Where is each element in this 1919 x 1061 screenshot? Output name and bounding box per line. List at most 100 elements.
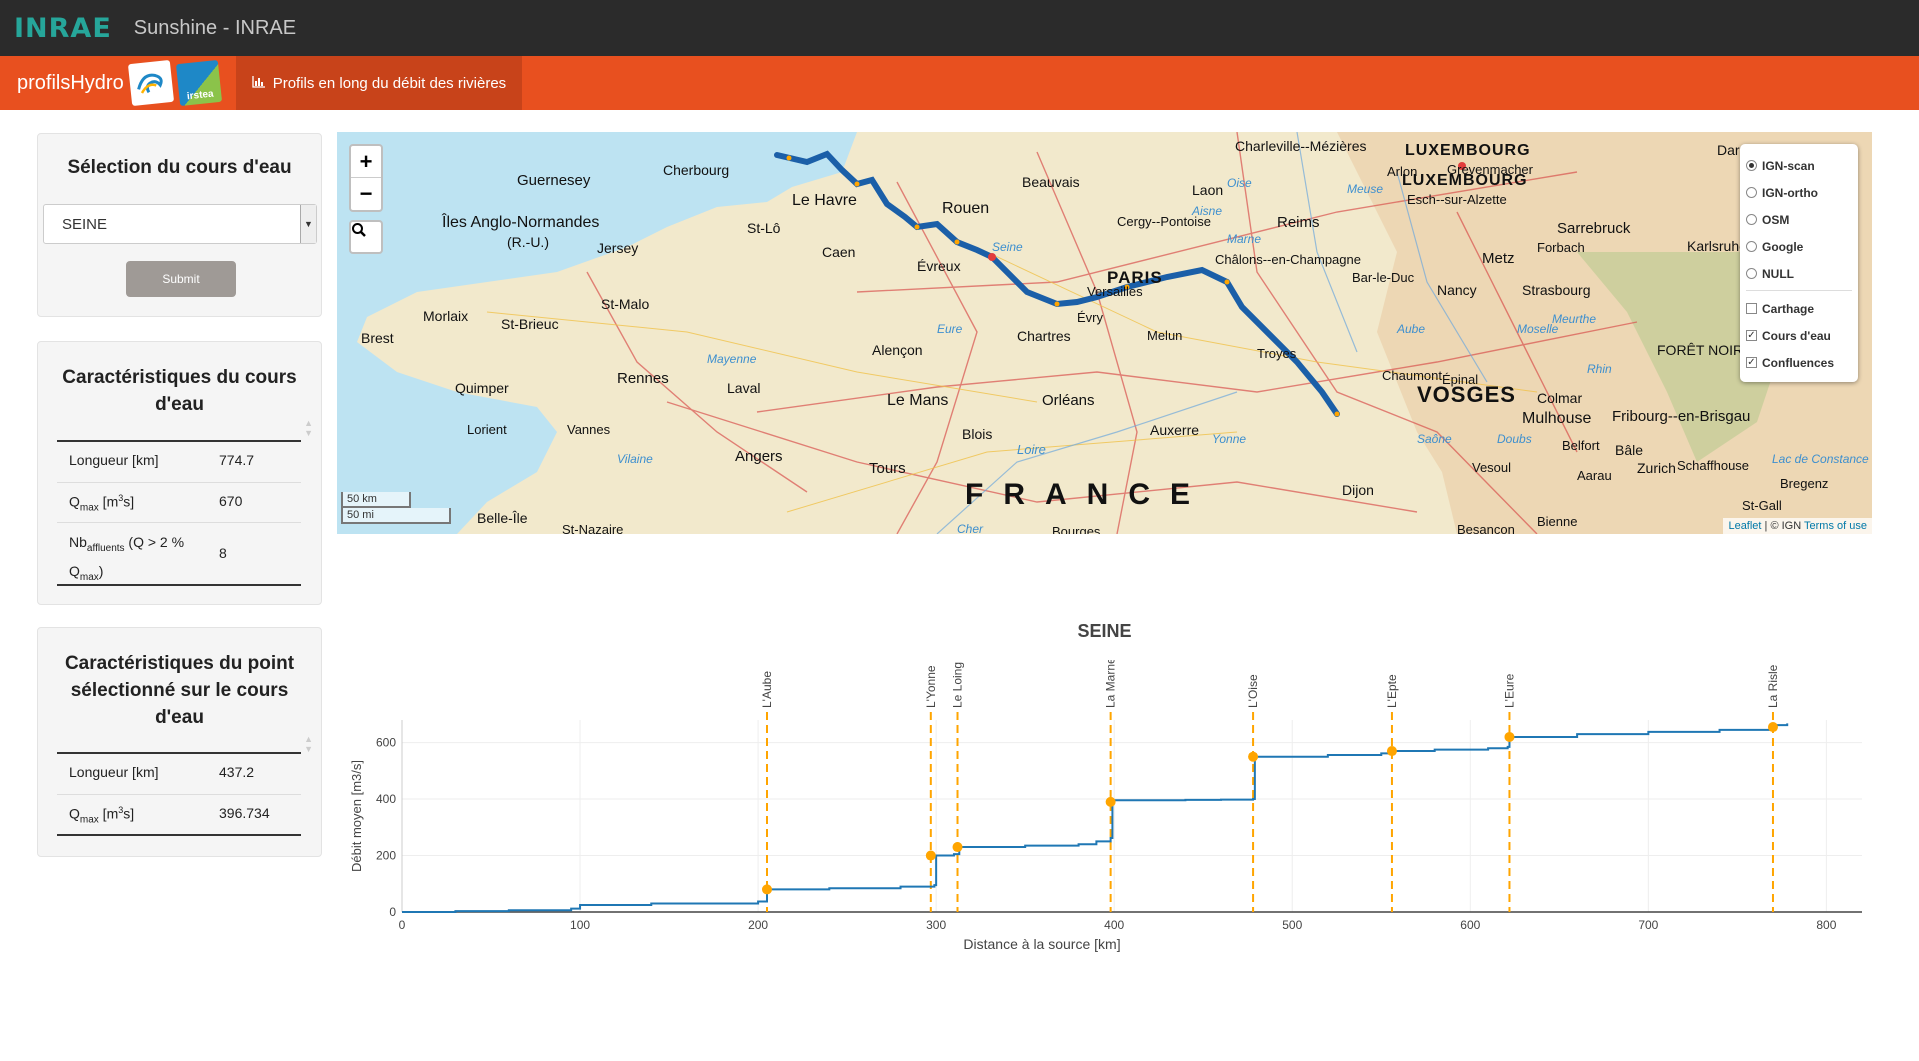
- checkbox-icon[interactable]: ✓: [1746, 357, 1757, 368]
- radio-icon[interactable]: [1746, 214, 1757, 225]
- layer-null[interactable]: NULL: [1746, 260, 1852, 287]
- map-place-label: Brest: [361, 330, 394, 346]
- terms-link[interactable]: Terms of use: [1804, 520, 1867, 532]
- y-tick-label: 0: [389, 905, 396, 919]
- confluence-label: L'Eure: [1502, 673, 1516, 708]
- brand-name[interactable]: profilsHydro: [17, 72, 124, 95]
- radio-icon[interactable]: [1746, 160, 1757, 171]
- map-place-label: Meurthe: [1552, 312, 1597, 326]
- point-panel-title: Caractéristiques du point sélectionné su…: [64, 653, 295, 728]
- map-place-label: Belle-Île: [477, 510, 528, 526]
- irstea-logo-text: irstea: [186, 88, 214, 103]
- row-value: 8: [219, 545, 227, 561]
- confluence-point: [1105, 796, 1116, 807]
- map-place-label: St-Lô: [747, 220, 781, 236]
- zoom-control: + −: [349, 144, 383, 212]
- bar-chart-icon: [252, 75, 265, 91]
- map-place-label: Alençon: [872, 342, 923, 358]
- search-icon: [352, 223, 366, 237]
- confluence-point: [1386, 746, 1397, 757]
- layer-google[interactable]: Google: [1746, 233, 1852, 260]
- row-value: 437.2: [219, 764, 255, 780]
- app-title: Sunshine - INRAE: [133, 16, 297, 39]
- map-place-label: Évry: [1077, 310, 1103, 325]
- row-value: 670: [219, 493, 243, 509]
- map-place-label: Orléans: [1042, 392, 1095, 409]
- map-place-label: Yonne: [1212, 432, 1247, 446]
- submit-button[interactable]: Submit: [126, 261, 236, 297]
- map-place-label: Lac de Constance: [1772, 452, 1869, 466]
- map-place-label: Besançon: [1457, 522, 1515, 534]
- map-place-label: Colmar: [1537, 390, 1583, 406]
- x-tick-label: 700: [1638, 918, 1658, 932]
- x-tick-label: 400: [1104, 918, 1124, 932]
- overlay-cours-d-eau[interactable]: ✓ Cours d'eau: [1746, 322, 1852, 349]
- table-row: Qmax [m3s] 670: [57, 482, 301, 522]
- layer-ign-scan[interactable]: IGN-scan: [1746, 152, 1852, 179]
- layer-label: IGN-scan: [1762, 158, 1815, 173]
- river-select[interactable]: SEINE ▼: [43, 204, 317, 244]
- map-place-label: Troyes: [1257, 346, 1297, 361]
- map-place-label: Seine: [992, 240, 1023, 254]
- chart-title: SEINE: [1077, 621, 1132, 641]
- table-row: Qmax [m3s] 396.734: [57, 794, 301, 834]
- overlay-carthage[interactable]: Carthage: [1746, 295, 1852, 322]
- confluence-point: [952, 842, 963, 853]
- sort-icon[interactable]: ▲ ▼: [304, 418, 313, 438]
- checkbox-icon[interactable]: [1746, 303, 1757, 314]
- map-place-label: Bourges: [1052, 524, 1101, 534]
- radio-icon[interactable]: [1746, 241, 1757, 252]
- map-place-label: Cherbourg: [663, 162, 730, 178]
- map-attribution: Leaflet | © IGN Terms of use: [1723, 518, 1872, 534]
- map-search-button[interactable]: [349, 220, 383, 254]
- map-place-label: Zurich: [1637, 460, 1676, 476]
- checkbox-icon[interactable]: ✓: [1746, 330, 1757, 341]
- discharge-chart[interactable]: 0 100 200 300 400 500 600 700 800 0 200 400 600 Dista…: [337, 660, 1872, 970]
- radio-icon[interactable]: [1746, 187, 1757, 198]
- map-place-label: Fribourg--en-Brisgau: [1612, 408, 1751, 425]
- map-view[interactable]: LUXEMBOURGCharleville--MézièresDarmstadt…: [337, 132, 1872, 534]
- row-key: Longueur [km]: [69, 452, 159, 468]
- caret-down-icon[interactable]: ▼: [300, 205, 316, 243]
- scale-km: 50 km: [341, 492, 411, 508]
- map-place-label: Morlaix: [423, 308, 469, 324]
- ign-attribution: | © IGN: [1761, 520, 1805, 532]
- x-tick-label: 600: [1460, 918, 1480, 932]
- river-select-value: SEINE: [62, 216, 108, 233]
- map-place-label: St-Nazaire: [562, 522, 624, 534]
- wave-logo-icon: [127, 59, 174, 107]
- x-tick-label: 200: [748, 918, 768, 932]
- map-place-label: Rhin: [1587, 362, 1612, 376]
- map-place-label: Aube: [1397, 322, 1426, 336]
- map-place-label: Bienne: [1537, 514, 1578, 529]
- row-key: Nbaffluents (Q > 2 % Qmax): [69, 534, 185, 583]
- overlay-confluences[interactable]: ✓ Confluences: [1746, 349, 1852, 376]
- map-place-label: Tours: [869, 460, 906, 477]
- point-characteristics-panel: Caractéristiques du point sélectionné su…: [37, 627, 322, 857]
- confluence-label: L'Aube: [760, 671, 774, 708]
- map-place-label: St-Brieuc: [501, 316, 559, 332]
- table-row: Longueur [km] 774.7: [57, 442, 301, 482]
- row-key: Qmax [m3s]: [69, 493, 135, 514]
- layer-label: Confluences: [1762, 355, 1835, 370]
- sort-icon[interactable]: ▲ ▼: [304, 734, 313, 754]
- confluence-point: [1248, 751, 1259, 762]
- tab-profils[interactable]: Profils en long du débit des rivières: [235, 56, 523, 110]
- confluence-point: [1504, 731, 1515, 742]
- top-bar: INRAE Sunshine - INRAE: [0, 0, 1919, 56]
- map-place-label: Caen: [822, 244, 856, 260]
- layer-ign-ortho[interactable]: IGN-ortho: [1746, 179, 1852, 206]
- layer-osm[interactable]: OSM: [1746, 206, 1852, 233]
- scale-mi: 50 mi: [341, 508, 451, 524]
- map-place-label: Chartres: [1017, 328, 1071, 344]
- zoom-in-button[interactable]: +: [351, 146, 381, 178]
- layer-label: Carthage: [1762, 301, 1815, 316]
- zoom-out-button[interactable]: −: [351, 178, 381, 210]
- y-tick-label: 600: [376, 736, 396, 750]
- radio-icon[interactable]: [1746, 268, 1757, 279]
- map-place-label: Évreux: [917, 258, 961, 274]
- leaflet-link[interactable]: Leaflet: [1728, 520, 1761, 532]
- map-place-label: Reims: [1277, 214, 1320, 231]
- row-value: 774.7: [219, 452, 255, 468]
- inrae-logo: INRAE: [14, 12, 112, 44]
